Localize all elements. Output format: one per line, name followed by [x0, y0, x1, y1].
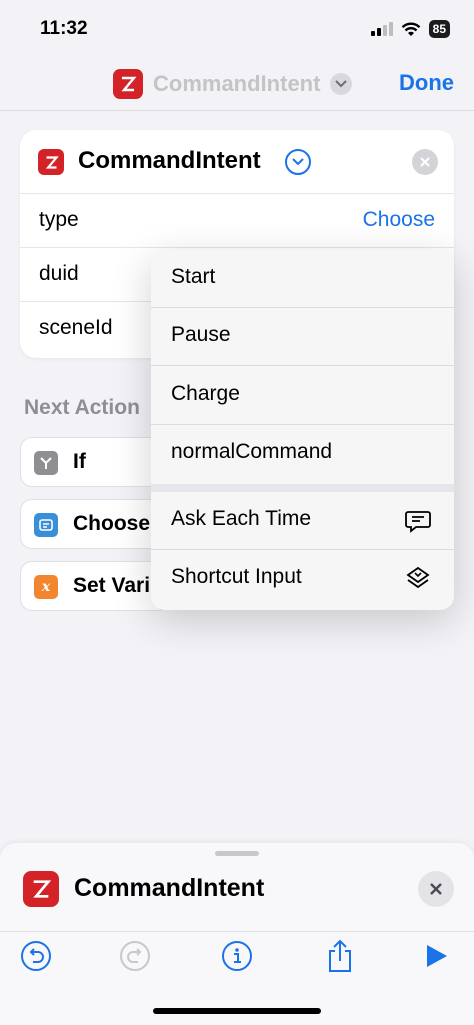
- roborock-app-icon: [23, 871, 59, 907]
- menu-option-label: Shortcut Input: [171, 565, 302, 588]
- param-label: duid: [39, 262, 79, 285]
- shortcut-layers-icon: [406, 566, 430, 589]
- toolbar-divider: [0, 931, 474, 932]
- done-button[interactable]: Done: [399, 70, 454, 96]
- param-row-type[interactable]: type Choose: [20, 194, 454, 248]
- remove-action-icon[interactable]: [412, 149, 438, 175]
- menu-option-label: Charge: [171, 382, 240, 405]
- chevron-down-icon: [330, 73, 353, 95]
- action-card-header: CommandIntent: [20, 130, 454, 194]
- cellular-signal-icon: [370, 22, 393, 36]
- menu-option-shortcut-input[interactable]: Shortcut Input: [151, 550, 454, 608]
- suggestion-if[interactable]: If: [20, 437, 170, 487]
- next-action-heading: Next Action: [24, 396, 140, 419]
- menu-option-normalcommand[interactable]: normalCommand: [151, 425, 454, 483]
- home-indicator: [153, 1008, 321, 1014]
- share-icon[interactable]: [323, 939, 357, 973]
- info-icon[interactable]: [220, 939, 254, 973]
- suggestion-choose[interactable]: Choose: [20, 499, 170, 549]
- menu-option-label: normalCommand: [171, 440, 333, 463]
- menu-option-label: Start: [171, 265, 216, 288]
- menu-option-pause[interactable]: Pause: [151, 308, 454, 366]
- play-icon[interactable]: [419, 939, 453, 973]
- if-icon: [34, 451, 58, 475]
- menu-option-ask-each-time[interactable]: Ask Each Time: [151, 492, 454, 550]
- expand-chevron-icon[interactable]: [285, 149, 311, 175]
- suggestion-set-variable[interactable]: x Set Vari: [20, 561, 170, 611]
- action-title: CommandIntent: [78, 147, 261, 174]
- menu-option-charge[interactable]: Charge: [151, 367, 454, 425]
- wifi-icon: [401, 22, 420, 36]
- menu-option-label: Ask Each Time: [171, 507, 312, 530]
- param-value-choose[interactable]: Choose: [363, 208, 435, 232]
- suggestion-label: Set Vari: [73, 574, 151, 597]
- param-label: sceneId: [39, 316, 113, 339]
- message-bubble-icon: [405, 511, 431, 533]
- menu-separator: [151, 484, 454, 492]
- redo-icon[interactable]: [118, 939, 152, 973]
- bottom-sheet: CommandIntent: [0, 843, 474, 1025]
- nav-title: CommandIntent: [153, 71, 321, 96]
- sheet-title: CommandIntent: [74, 874, 265, 902]
- sheet-grabber[interactable]: [215, 851, 259, 856]
- choose-dropdown-menu: Start Pause Charge normalCommand Ask Eac…: [151, 250, 454, 610]
- undo-icon[interactable]: [19, 939, 53, 973]
- nav-bar: CommandIntent Done: [0, 55, 474, 111]
- choose-menu-icon: [34, 513, 58, 537]
- suggestion-label: Choose: [73, 512, 151, 535]
- roborock-app-icon: [113, 69, 143, 99]
- status-time: 11:32: [40, 18, 88, 39]
- menu-option-label: Pause: [171, 323, 231, 346]
- battery-indicator: 85: [428, 20, 450, 38]
- param-label: type: [39, 208, 79, 231]
- suggestion-label: If: [73, 450, 86, 473]
- nav-title-group[interactable]: CommandIntent: [113, 69, 353, 99]
- status-icons: 85: [370, 20, 450, 38]
- variable-icon: x: [34, 575, 58, 599]
- menu-option-start[interactable]: Start: [151, 250, 454, 308]
- close-icon[interactable]: [418, 871, 454, 907]
- roborock-app-icon: [38, 149, 64, 175]
